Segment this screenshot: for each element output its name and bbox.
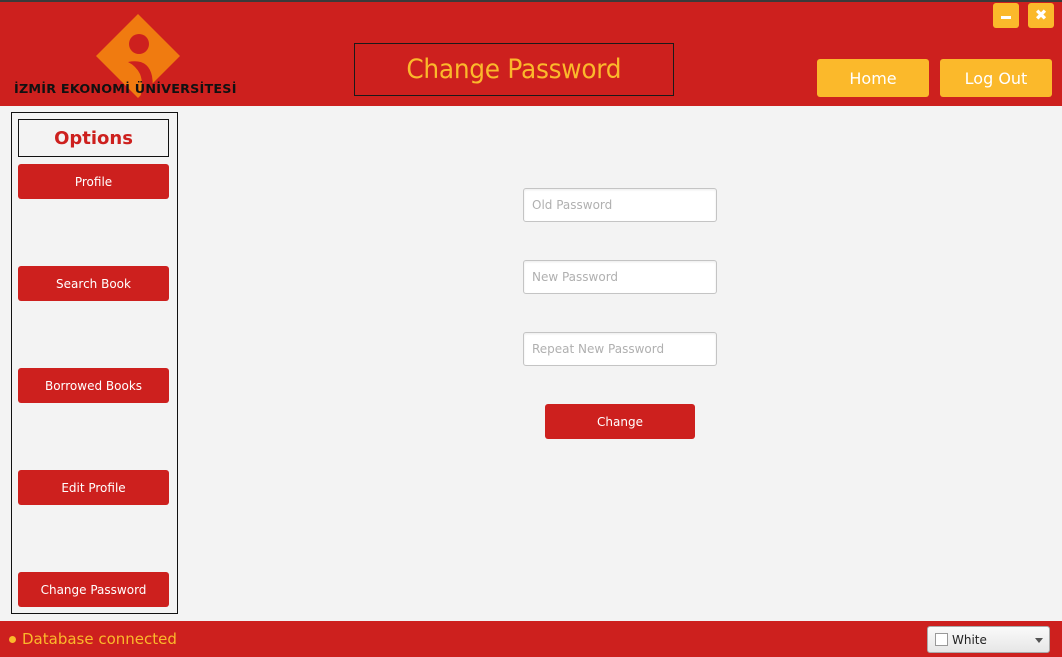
theme-select[interactable]: White xyxy=(927,626,1050,653)
repeat-new-password-field[interactable] xyxy=(523,332,717,366)
change-password-button[interactable]: Change xyxy=(545,404,695,439)
logout-button[interactable]: Log Out xyxy=(940,59,1052,97)
minimize-icon xyxy=(1001,16,1011,19)
options-header: Options xyxy=(18,119,169,157)
status-text: Database connected xyxy=(22,630,177,648)
status-dot-icon xyxy=(9,635,16,643)
home-button[interactable]: Home xyxy=(817,59,929,97)
page-title-box: Change Password xyxy=(354,43,674,96)
connection-status: Database connected xyxy=(9,630,177,648)
new-password-field[interactable] xyxy=(523,260,717,294)
sidebar-item-borrowed-books[interactable]: Borrowed Books xyxy=(18,368,169,403)
header: İZMİR EKONOMİ ÜNİVERSİTESİ Change Passwo… xyxy=(0,2,1062,106)
old-password-field[interactable] xyxy=(523,188,717,222)
options-sidebar: Options Profile Search Book Borrowed Boo… xyxy=(11,112,178,614)
sidebar-item-profile[interactable]: Profile xyxy=(18,164,169,199)
university-logo: İZMİR EKONOMİ ÜNİVERSİTESİ xyxy=(14,14,264,98)
sidebar-item-search-book[interactable]: Search Book xyxy=(18,266,169,301)
sidebar-item-change-password[interactable]: Change Password xyxy=(18,572,169,607)
university-name: İZMİR EKONOMİ ÜNİVERSİTESİ xyxy=(14,81,237,96)
sidebar-item-edit-profile[interactable]: Edit Profile xyxy=(18,470,169,505)
minimize-button[interactable] xyxy=(993,3,1019,28)
page-title: Change Password xyxy=(406,54,622,85)
chevron-down-icon xyxy=(1035,638,1043,643)
status-bar: Database connected White xyxy=(0,621,1062,657)
color-swatch-icon xyxy=(935,633,948,646)
options-title: Options xyxy=(54,127,133,149)
theme-select-value: White xyxy=(952,632,987,647)
close-icon: ✖ xyxy=(1034,6,1048,24)
close-button[interactable]: ✖ xyxy=(1028,3,1054,28)
